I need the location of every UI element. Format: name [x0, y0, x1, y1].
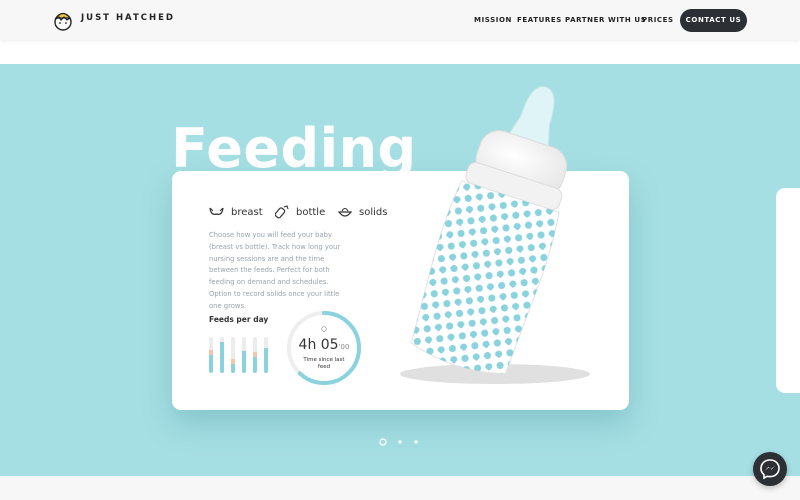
next-slide-card[interactable] — [776, 188, 800, 393]
option-bottle-label: bottle — [296, 206, 326, 218]
feeds-bar — [209, 337, 213, 373]
bowl-icon — [338, 207, 352, 217]
option-solids[interactable]: solids — [338, 205, 387, 219]
next-section-strip — [0, 476, 800, 500]
option-bottle[interactable]: bottle — [275, 205, 325, 219]
feeds-bar — [231, 337, 235, 373]
feeds-bar — [264, 337, 268, 373]
baby-bottle-illustration — [400, 86, 590, 384]
contact-us-button[interactable]: CONTACT US — [680, 9, 747, 32]
carousel-dots — [379, 438, 418, 446]
brand-name[interactable]: JUST HATCHED — [81, 13, 175, 23]
feeds-per-day-title: Feeds per day — [209, 315, 269, 324]
carousel-dot-3[interactable] — [414, 440, 418, 444]
nav-features[interactable]: FEATURES — [517, 16, 562, 24]
hatched-egg-logo-icon[interactable] — [52, 9, 74, 31]
messenger-chat-button[interactable] — [753, 452, 787, 486]
timer-seconds: 00 — [340, 343, 350, 351]
nav-mission[interactable]: MISSION — [474, 16, 512, 24]
carousel-dot-1[interactable] — [379, 438, 387, 446]
feeds-bar — [220, 337, 224, 373]
feeding-description: Choose how you will feed your baby (brea… — [209, 231, 341, 310]
timer-caption: Time since last feed — [303, 357, 345, 370]
option-breast-label: breast — [231, 206, 263, 218]
feeds-bar — [253, 337, 257, 373]
carousel-dot-2[interactable] — [398, 440, 402, 444]
bottle-icon — [275, 205, 289, 219]
messenger-icon — [760, 459, 780, 480]
nav-partner-with-us[interactable]: PARTNER WITH US — [565, 16, 646, 24]
option-solids-label: solids — [359, 206, 388, 218]
option-breast[interactable]: breast — [209, 205, 263, 219]
feeding-hero-section: Feeding breast bottle solids Choose how … — [0, 64, 800, 476]
timer-minutes: 05 — [320, 337, 339, 353]
timer-hours: 4h — [298, 337, 317, 353]
site-header: JUST HATCHED MISSION FEATURES PARTNER WI… — [0, 0, 800, 40]
timer-readout: 4h 05'00 — [285, 337, 363, 353]
nav-prices[interactable]: PRICES — [642, 16, 674, 24]
feeds-bar — [242, 337, 246, 373]
bra-icon — [209, 207, 224, 215]
stopwatch-icon — [321, 326, 327, 332]
